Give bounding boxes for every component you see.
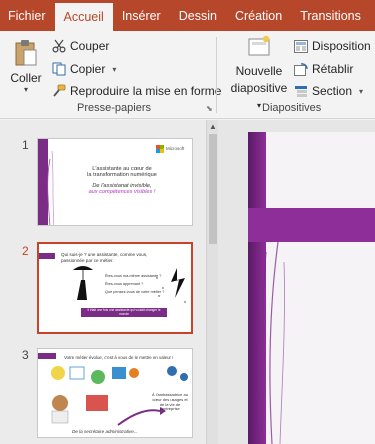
format-painter-button[interactable]: Reproduire la mise en forme xyxy=(52,84,221,98)
tab-inserer[interactable]: Insérer xyxy=(113,0,170,31)
paste-button[interactable]: Coller ▾ xyxy=(10,39,42,94)
dialog-launcher-icon[interactable]: ⬊ xyxy=(206,104,213,113)
copy-label: Copier xyxy=(70,62,106,76)
layout-button[interactable]: Disposition ▾ xyxy=(294,39,375,53)
slide-3-side-text: À l'ambassadrice au cœur des usages et d… xyxy=(152,392,188,412)
slide-thumbnail-3[interactable]: Votre métier évolue, c'est à vous de le … xyxy=(37,348,193,438)
scrollbar-thumb[interactable] xyxy=(209,134,217,244)
cut-button[interactable]: Couper xyxy=(52,39,109,53)
layout-icon xyxy=(294,39,308,53)
slide-number-1: 1 xyxy=(22,138,29,152)
reset-label: Rétablir xyxy=(312,62,354,76)
reset-icon xyxy=(294,62,308,76)
copy-button[interactable]: Copier ▾ xyxy=(52,62,116,76)
thumbnails-scrollbar[interactable]: ▲ xyxy=(206,120,218,444)
slide-2-banner: Il était une fois une assistante qui vou… xyxy=(87,308,161,316)
tab-fichier[interactable]: Fichier xyxy=(0,0,55,31)
tab-creation[interactable]: Création xyxy=(226,0,291,31)
section-button[interactable]: Section ▾ xyxy=(294,84,363,98)
ribbon-tab-bar: Fichier Accueil Insérer Dessin Création … xyxy=(0,0,375,31)
slide-2-question-3: Que pensez-vous de votre métier ? xyxy=(105,290,165,294)
slide-thumbnails-pane[interactable]: 1 Microsoft L'assistante au cœur de la t… xyxy=(0,120,218,444)
ribbon-home: Coller ▾ Couper Copier ▾ Reproduire la m… xyxy=(0,31,375,119)
slides-group-label: Diapositives xyxy=(262,102,322,114)
slide-3-bottom-text: De la secrétaire administrative... xyxy=(72,429,138,434)
scissors-icon xyxy=(52,39,66,53)
slide-thumbnail-2[interactable]: Qui suis-je ? une assistante, comme vous… xyxy=(37,242,193,334)
current-slide[interactable] xyxy=(248,132,375,444)
copy-icon xyxy=(52,62,66,76)
section-icon xyxy=(295,85,307,97)
slide-thumbnail-1[interactable]: Microsoft L'assistante au cœur de la tra… xyxy=(37,138,193,226)
slide-number-2: 2 xyxy=(22,244,29,258)
tab-transitions[interactable]: Transitions xyxy=(291,0,370,31)
chevron-down-icon[interactable]: ▾ xyxy=(112,65,116,74)
cut-label: Couper xyxy=(70,39,110,53)
section-label: Section xyxy=(312,84,353,98)
layout-label: Disposition xyxy=(312,39,371,53)
chevron-down-icon[interactable]: ▾ xyxy=(359,87,363,96)
slide-decoration xyxy=(248,132,375,444)
group-separator xyxy=(216,37,217,113)
format-painter-icon xyxy=(53,84,66,97)
paste-label: Coller xyxy=(10,71,42,85)
new-slide-label-1: Nouvelle xyxy=(235,64,283,78)
slide-3-title: Votre métier évolue, c'est à vous de le … xyxy=(64,355,174,360)
slide-2-question-1: Êtes-vous ma-même assistante ? xyxy=(105,274,162,278)
format-painter-label: Reproduire la mise en forme xyxy=(70,84,222,98)
paste-icon xyxy=(15,40,37,66)
slide-2-title: Qui suis-je ? une assistante, comme vous… xyxy=(61,252,148,263)
clipboard-group-label: Presse-papiers xyxy=(77,102,151,114)
microsoft-logo-text: Microsoft xyxy=(166,146,185,151)
tab-dessin[interactable]: Dessin xyxy=(170,0,226,31)
new-slide-icon xyxy=(248,35,270,56)
slide-1-line-2: la transformation numérique xyxy=(87,171,157,178)
tab-accueil[interactable]: Accueil xyxy=(54,3,113,31)
slide-2-question-2: Êtes-vous apprenant ? xyxy=(105,282,144,286)
slide-1-line-4: aux compétences visibles ! xyxy=(88,188,156,195)
slide-number-3: 3 xyxy=(22,348,29,362)
chevron-down-icon[interactable]: ▾ xyxy=(10,85,42,94)
reset-button[interactable]: Rétablir xyxy=(294,62,353,76)
